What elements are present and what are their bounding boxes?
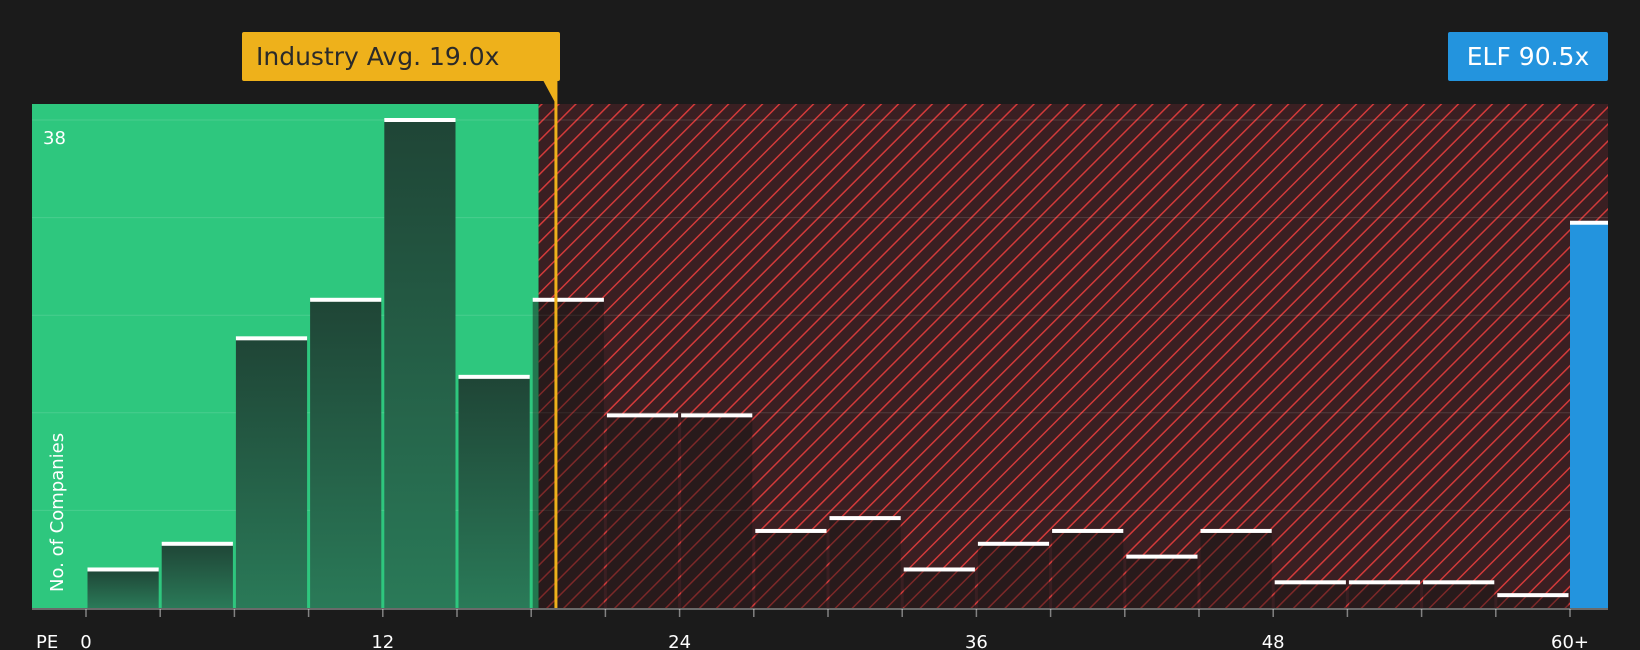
- histogram-bar: [532, 299, 604, 608]
- histogram-bar: [755, 530, 827, 608]
- histogram-bar-top: [1497, 593, 1569, 598]
- y-axis-label: No. of Companies: [47, 433, 68, 592]
- histogram-bar: [1052, 530, 1124, 608]
- y-max-label: 38: [43, 128, 66, 149]
- histogram-bar: [606, 415, 679, 608]
- histogram-bar-top: [384, 118, 456, 122]
- histogram-bar: [384, 120, 456, 608]
- pe-distribution-chart: 0 12 24 36 48 60+ PE No. of Companies 38: [32, 80, 1608, 650]
- company-bar: [1570, 222, 1608, 608]
- histogram-bar: [681, 415, 753, 608]
- histogram-bar: [1274, 582, 1346, 608]
- histogram-bar-top: [235, 336, 308, 341]
- histogram-bar-top: [1126, 554, 1198, 559]
- histogram-bar-top: [606, 413, 679, 418]
- histogram-bar-top: [1423, 580, 1495, 585]
- histogram-bar-top: [829, 516, 901, 521]
- x-tick-label: 60+: [1551, 632, 1589, 650]
- histogram-bar: [1423, 582, 1495, 608]
- histogram-bar-top: [755, 528, 827, 533]
- histogram-bar-top: [681, 413, 753, 418]
- histogram-bar-top: [903, 567, 975, 572]
- company-pe-callout: ELF 90.5x: [1448, 32, 1608, 81]
- histogram-bar: [235, 338, 308, 608]
- histogram-bar-top: [310, 297, 382, 302]
- industry-callout-pointer: [542, 80, 557, 106]
- histogram-bar-top: [161, 541, 233, 546]
- histogram-bar-top: [532, 297, 604, 302]
- company-bar-top: [1570, 220, 1608, 225]
- histogram-bar: [161, 543, 233, 608]
- histogram-bar-top: [1348, 580, 1421, 585]
- x-tick-label: 24: [668, 632, 691, 650]
- x-axis-label: PE: [36, 632, 58, 650]
- histogram-bar: [1348, 582, 1421, 608]
- histogram-bar-top: [1274, 580, 1346, 585]
- histogram-bar: [1126, 556, 1198, 608]
- x-tick-label: 48: [1262, 632, 1285, 650]
- histogram-bar-top: [458, 374, 530, 379]
- histogram-bar: [458, 376, 530, 608]
- histogram-bar: [903, 569, 975, 608]
- x-tick-label: 0: [80, 632, 91, 650]
- histogram-bar-top: [87, 567, 159, 572]
- histogram-bar: [829, 518, 901, 608]
- histogram-bar-top: [977, 541, 1050, 546]
- histogram-bar: [87, 569, 159, 608]
- histogram-bar-top: [1052, 528, 1124, 533]
- x-tick-label: 12: [371, 632, 394, 650]
- histogram-bar: [1200, 530, 1272, 608]
- x-tick-label: 36: [965, 632, 988, 650]
- histogram-bar-top: [1200, 528, 1272, 533]
- histogram-bar: [977, 543, 1050, 608]
- histogram-bar: [310, 299, 382, 608]
- industry-average-callout: Industry Avg. 19.0x: [242, 32, 560, 81]
